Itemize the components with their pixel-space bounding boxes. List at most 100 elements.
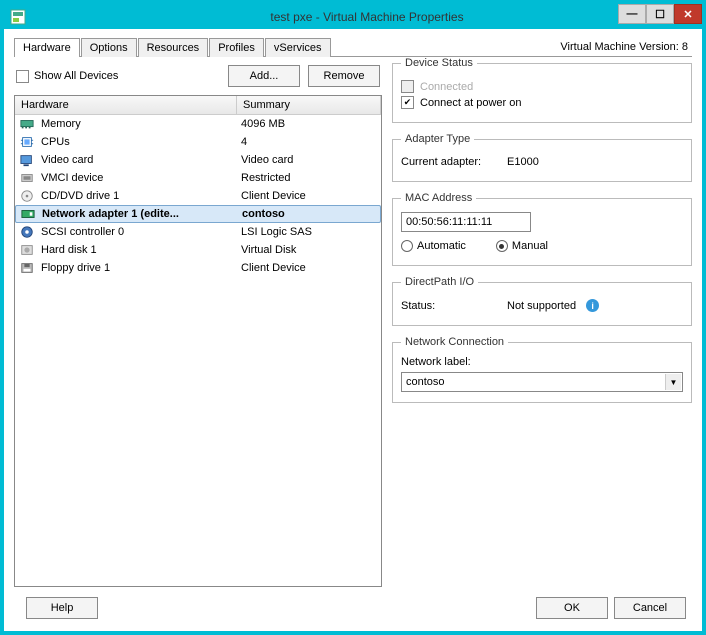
adapter-type-legend: Adapter Type [401,133,474,145]
table-row[interactable]: VMCI deviceRestricted [15,169,381,187]
info-icon[interactable]: i [586,299,599,312]
tab-vservices[interactable]: vServices [265,38,331,57]
tab-options[interactable]: Options [81,38,137,57]
col-header-summary[interactable]: Summary [237,96,381,114]
radio-icon [401,240,413,252]
hardware-table: Hardware Summary Memory4096 MBCPUs4Video… [14,95,382,587]
hw-name: CPUs [39,136,237,148]
mac-manual-radio[interactable]: Manual [496,240,548,252]
table-row[interactable]: SCSI controller 0LSI Logic SAS [15,223,381,241]
hw-summary: Video card [237,154,381,166]
cpu-icon [15,135,39,149]
table-row[interactable]: CPUs4 [15,133,381,151]
hw-name: Floppy drive 1 [39,262,237,274]
hw-name: Video card [39,154,237,166]
checkbox-icon: ✔ [401,96,414,109]
connect-power-on-checkbox[interactable]: ✔ Connect at power on [401,96,683,109]
table-row[interactable]: Memory4096 MB [15,115,381,133]
video-icon [15,153,39,167]
window-controls: — ☐ ✕ [618,4,702,24]
help-button[interactable]: Help [26,597,98,619]
footer: Help OK Cancel [14,587,692,623]
nic-icon [16,207,40,221]
remove-button[interactable]: Remove [308,65,380,87]
left-pane: Show All Devices Add... Remove Hardware … [14,57,382,587]
mac-address-legend: MAC Address [401,192,476,204]
network-connection-legend: Network Connection [401,336,508,348]
checkbox-icon [401,80,414,93]
content-area: Hardware Options Resources Profiles vSer… [4,29,702,631]
maximize-button[interactable]: ☐ [646,4,674,24]
vmci-icon [15,171,39,185]
radio-icon [496,240,508,252]
close-button[interactable]: ✕ [674,4,702,24]
hw-summary: Virtual Disk [237,244,381,256]
hw-name: Hard disk 1 [39,244,237,256]
window-title: test pxe - Virtual Machine Properties [32,10,702,24]
device-status-group: Device Status Connected ✔ Connect at pow… [392,57,692,123]
hw-summary: LSI Logic SAS [237,226,381,238]
vm-properties-window: test pxe - Virtual Machine Properties — … [4,4,702,631]
directpath-status-label: Status: [401,300,501,312]
checkbox-icon [16,70,29,83]
titlebar[interactable]: test pxe - Virtual Machine Properties — … [4,4,702,29]
hw-summary: Client Device [237,190,381,202]
show-all-devices-checkbox[interactable]: Show All Devices [16,70,118,83]
directpath-status-value: Not supported [507,300,576,312]
hw-name: SCSI controller 0 [39,226,237,238]
chevron-down-icon: ▼ [665,374,681,390]
hardware-table-body: Memory4096 MBCPUs4Video cardVideo cardVM… [15,115,381,586]
ok-button[interactable]: OK [536,597,608,619]
network-label-dropdown[interactable]: contoso ▼ [401,372,683,392]
vm-version-label: Virtual Machine Version: 8 [556,38,692,56]
show-all-devices-label: Show All Devices [34,70,118,82]
connected-checkbox: Connected [401,80,683,93]
device-status-legend: Device Status [401,57,477,69]
mac-manual-label: Manual [512,240,548,252]
hw-summary: contoso [238,208,380,220]
app-icon [10,9,26,25]
right-pane: Device Status Connected ✔ Connect at pow… [392,57,692,587]
tab-resources[interactable]: Resources [138,38,209,57]
memory-icon [15,117,39,131]
table-row[interactable]: CD/DVD drive 1Client Device [15,187,381,205]
tab-hardware[interactable]: Hardware [14,38,80,57]
table-row[interactable]: Hard disk 1Virtual Disk [15,241,381,259]
cd-icon [15,189,39,203]
directpath-group: DirectPath I/O Status: Not supported i [392,276,692,326]
add-button[interactable]: Add... [228,65,300,87]
mac-automatic-label: Automatic [417,240,466,252]
hw-name: Memory [39,118,237,130]
mac-address-input[interactable] [401,212,531,232]
hw-summary: 4 [237,136,381,148]
hw-summary: 4096 MB [237,118,381,130]
hw-name: CD/DVD drive 1 [39,190,237,202]
hw-summary: Client Device [237,262,381,274]
current-adapter-label: Current adapter: [401,156,501,168]
network-connection-group: Network Connection Network label: contos… [392,336,692,403]
network-label-label: Network label: [401,356,683,368]
minimize-button[interactable]: — [618,4,646,24]
tab-profiles[interactable]: Profiles [209,38,264,57]
mac-address-group: MAC Address Automatic Manual [392,192,692,266]
table-row[interactable]: Video cardVideo card [15,151,381,169]
hw-summary: Restricted [237,172,381,184]
main-split: Show All Devices Add... Remove Hardware … [14,57,692,587]
mac-automatic-radio[interactable]: Automatic [401,240,466,252]
connect-power-on-label: Connect at power on [420,97,522,109]
connected-label: Connected [420,81,473,93]
directpath-legend: DirectPath I/O [401,276,478,288]
scsi-icon [15,225,39,239]
network-label-value: contoso [406,376,445,388]
table-row[interactable]: Floppy drive 1Client Device [15,259,381,277]
tabs-row: Hardware Options Resources Profiles vSer… [14,35,692,57]
table-row[interactable]: Network adapter 1 (edite...contoso [15,205,381,223]
hw-name: Network adapter 1 (edite... [40,208,238,220]
cancel-button[interactable]: Cancel [614,597,686,619]
col-header-hardware[interactable]: Hardware [15,96,237,114]
adapter-type-group: Adapter Type Current adapter: E1000 [392,133,692,182]
hdd-icon [15,243,39,257]
hardware-table-header: Hardware Summary [15,96,381,115]
top-controls: Show All Devices Add... Remove [14,57,382,95]
hw-name: VMCI device [39,172,237,184]
